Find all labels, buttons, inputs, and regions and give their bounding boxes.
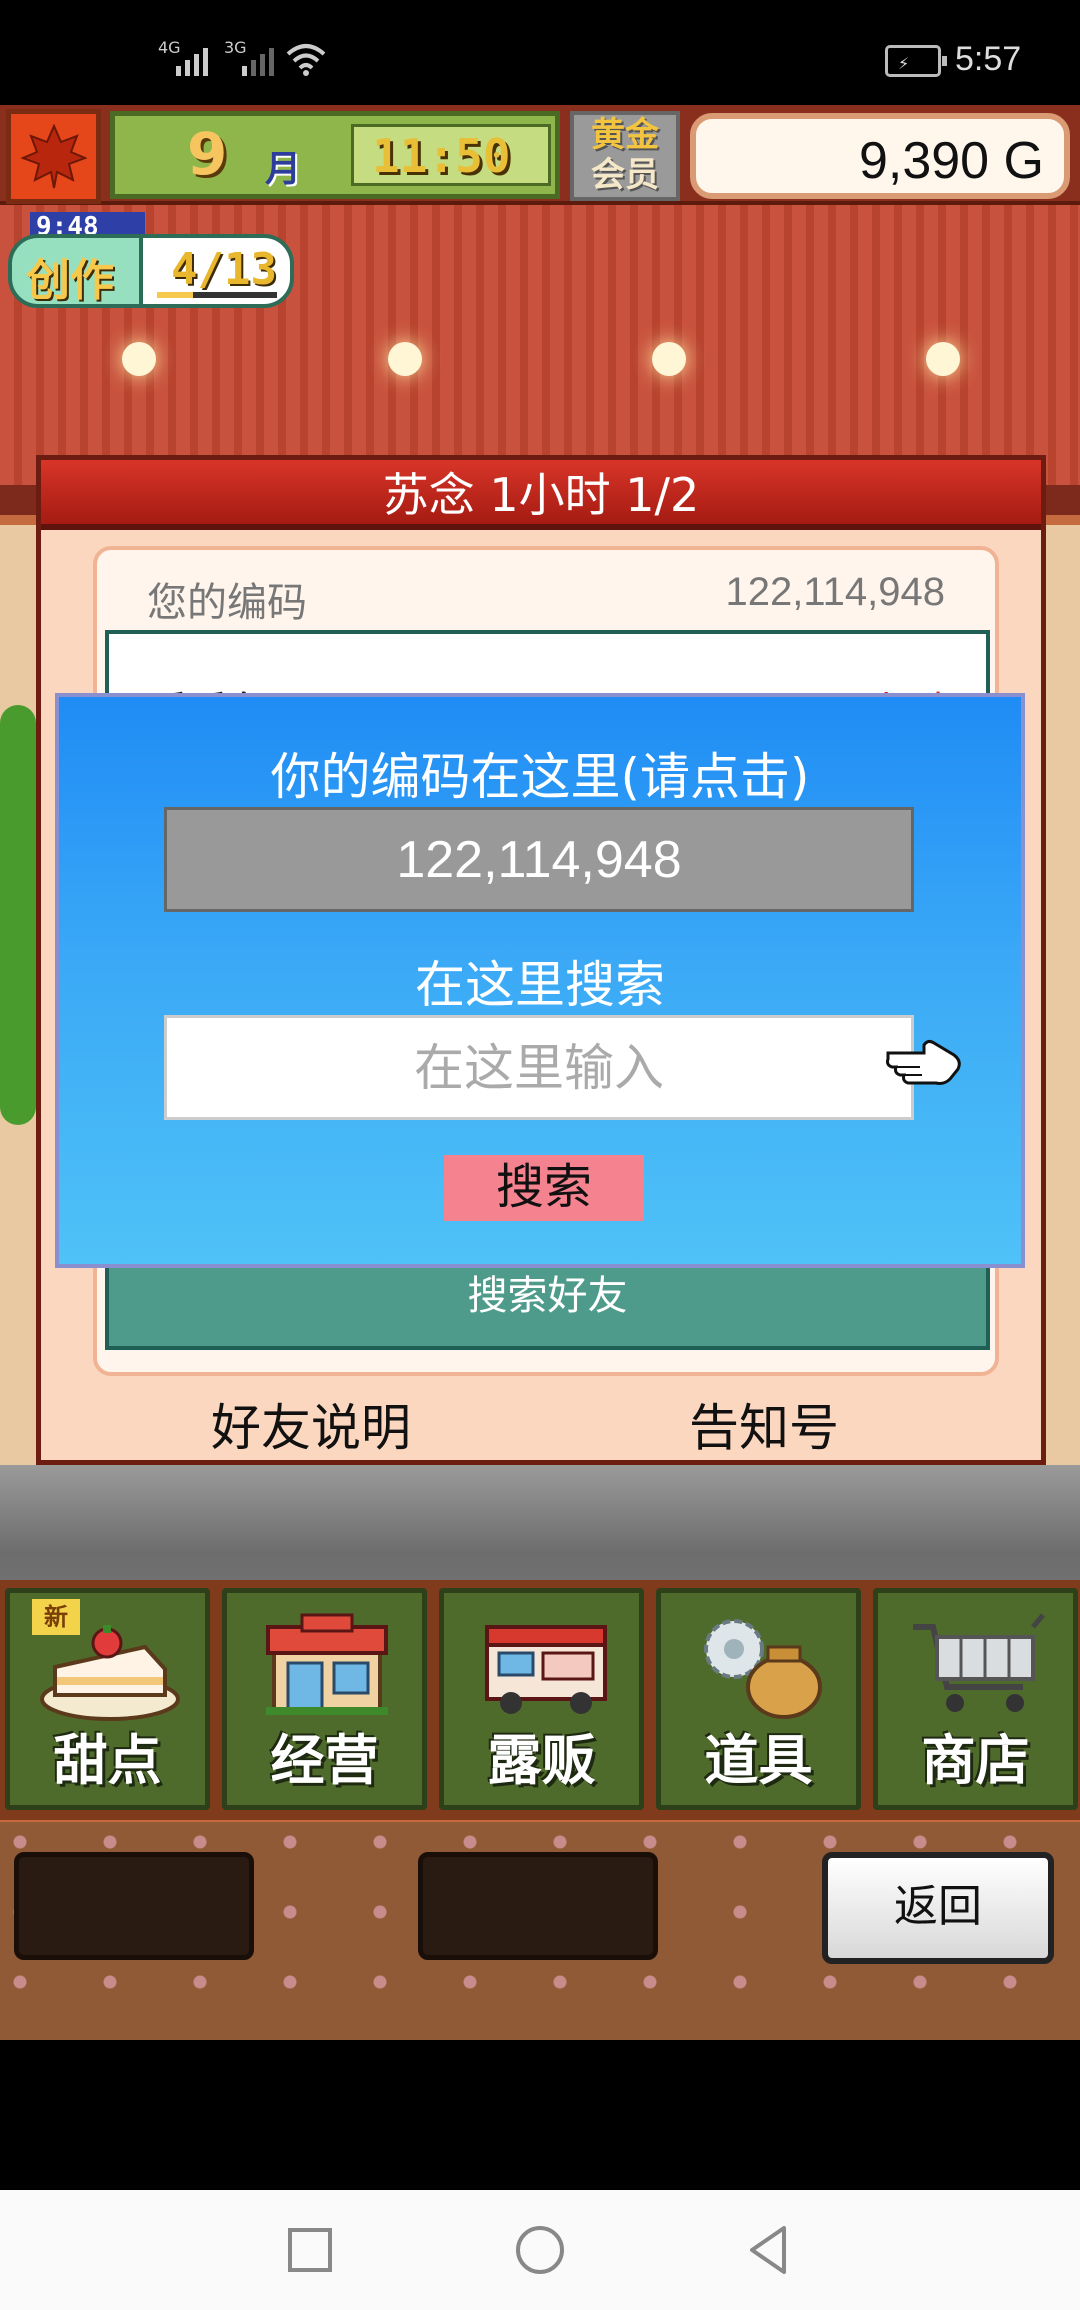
search-friend-label: 搜索好友 (467, 1273, 628, 1319)
my-code-display[interactable]: 122,114,948 (164, 807, 914, 912)
gold-member-label-1: 黄金 (591, 115, 659, 155)
create-progress-box: 4/13 (139, 234, 294, 308)
dialog-title: 你的编码在这里(请点击) (270, 748, 810, 806)
search-dialog: 你的编码在这里(请点击) 122,114,948 在这里搜索 搜索 (55, 693, 1025, 1268)
create-progress-text: 4/13 (171, 244, 277, 295)
lamp-icon (388, 342, 422, 376)
nav-item-stall[interactable]: 露贩 (439, 1588, 644, 1810)
lamp-icon (122, 342, 156, 376)
nav-label-items: 道具 (704, 1729, 813, 1792)
money-value: 9,390 G (858, 132, 1044, 190)
season-autumn-button[interactable] (6, 109, 101, 204)
search-button-label: 搜索 (495, 1161, 592, 1214)
lower-panel: 返回 (0, 1822, 1080, 2040)
items-bag-icon (704, 1619, 822, 1719)
system-navigation-bar (0, 2190, 1080, 2310)
battery-charging-icon: ⚡ (885, 45, 947, 77)
nav-item-business[interactable]: 经营 (222, 1588, 427, 1810)
new-badge: 新 (32, 1599, 80, 1635)
back-button-label: 返回 (894, 1881, 982, 1932)
search-input[interactable] (164, 1015, 914, 1120)
notice-link[interactable]: 告知号 (689, 1388, 839, 1460)
nav-item-shop[interactable]: 商店 (873, 1588, 1078, 1810)
gold-member-label-2: 会员 (591, 155, 659, 195)
panel-title: 苏念 1小时 1/2 (382, 468, 700, 522)
status-clock: 5:57 (955, 40, 1022, 78)
create-label-box: 创作 (8, 234, 143, 308)
tree (0, 705, 36, 1125)
recent-apps-icon[interactable] (280, 2220, 340, 2280)
back-button[interactable]: 返回 (822, 1852, 1054, 1964)
money-display: 9,390 G (690, 113, 1070, 199)
signal-bars-icon (176, 40, 208, 76)
store-icon (266, 1613, 388, 1715)
month-label: 月 (265, 149, 302, 190)
nav-label-shop: 商店 (921, 1729, 1030, 1792)
month-number: 9 (187, 120, 228, 188)
nav-label-business: 经营 (270, 1729, 379, 1792)
search-button[interactable]: 搜索 (444, 1155, 644, 1221)
home-icon[interactable] (510, 2220, 570, 2280)
bottom-nav: 新 甜点 经营 露贩 道具 商店 (0, 1580, 1080, 1820)
status-bar: 4G 3G ⚡ 5:57 (0, 0, 1080, 105)
maple-leaf-icon (21, 124, 87, 189)
pointing-hand-icon (886, 1039, 961, 1085)
search-friend-button[interactable]: 搜索好友 (109, 1256, 986, 1346)
my-code-label: 您的编码 (147, 580, 307, 626)
nav-item-items[interactable]: 道具 (656, 1588, 861, 1810)
create-label: 创作 (26, 255, 114, 306)
empty-slot[interactable] (14, 1852, 254, 1960)
my-code-value[interactable]: 122,114,948 (726, 570, 945, 615)
back-icon[interactable] (740, 2220, 800, 2280)
nav-label-stall: 露贩 (487, 1729, 596, 1792)
calendar-box[interactable]: 9 月 11:50 (110, 111, 560, 199)
nav-item-dessert[interactable]: 新 甜点 (5, 1588, 210, 1810)
nav-label-dessert: 甜点 (53, 1729, 162, 1792)
food-truck-icon (485, 1625, 607, 1714)
letterbox-band (0, 2040, 1080, 2190)
shopping-cart-icon (913, 1613, 1045, 1712)
game-time-box: 11:50 (351, 124, 551, 186)
wifi-icon (286, 44, 326, 76)
search-label: 在这里搜索 (415, 956, 665, 1014)
empty-slot[interactable] (418, 1852, 658, 1960)
panel-header: 苏念 1小时 1/2 (41, 460, 1041, 530)
gold-member-button[interactable]: 黄金 会员 (570, 111, 680, 201)
create-progress-bar (157, 292, 277, 298)
create-progress-badge[interactable]: 9:48 创作 4/13 (8, 212, 294, 312)
signal-bars-weak-icon (242, 40, 274, 76)
top-hud: 9 月 11:50 黄金 会员 9,390 G (0, 105, 1080, 205)
screen: 4G 3G ⚡ 5:57 9 月 11:50 黄金 会员 9,390 G 9:4… (0, 0, 1080, 2310)
game-time: 11:50 (372, 129, 511, 183)
my-code-text: 122,114,948 (396, 831, 682, 889)
lamp-icon (652, 342, 686, 376)
lamp-icon (926, 342, 960, 376)
friend-explain-link[interactable]: 好友说明 (211, 1388, 411, 1460)
